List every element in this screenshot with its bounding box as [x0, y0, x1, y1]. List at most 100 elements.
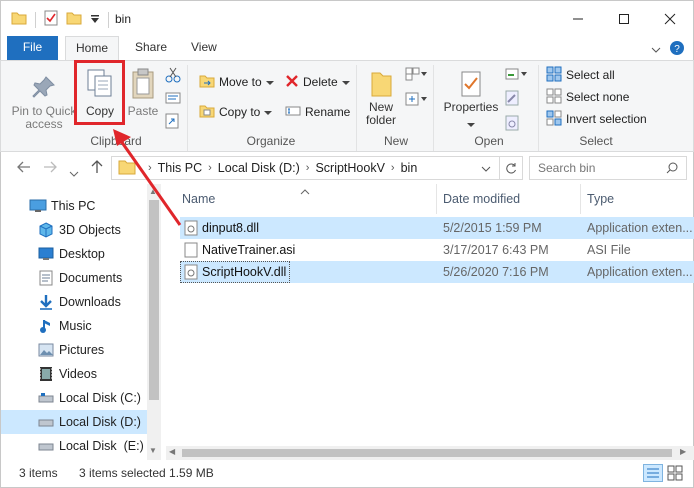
delete-button[interactable]: Delete	[285, 71, 350, 93]
scroll-left-icon[interactable]: ◀	[169, 447, 175, 456]
paste-button[interactable]: Paste	[125, 67, 161, 118]
copy-to-icon	[199, 103, 215, 122]
back-arrow-icon[interactable]	[17, 160, 31, 176]
ribbon-divider	[356, 65, 357, 151]
scroll-down-icon[interactable]: ▼	[149, 446, 157, 455]
breadcrumb-scripthookv[interactable]: ScriptHookV	[315, 161, 384, 175]
music-icon	[37, 318, 55, 334]
large-icons-view-icon[interactable]	[667, 465, 683, 484]
sidebar-item-documents[interactable]: Documents	[1, 266, 147, 290]
sidebar-item-3d-objects[interactable]: 3D Objects	[1, 218, 147, 242]
drive-icon	[37, 390, 55, 406]
paste-icon	[125, 67, 161, 101]
sidebar-item-desktop[interactable]: Desktop	[1, 242, 147, 266]
scrollbar-thumb[interactable]	[182, 449, 672, 457]
search-icon	[666, 162, 678, 177]
maximize-button[interactable]	[601, 1, 647, 37]
tab-view[interactable]: View	[181, 36, 227, 60]
tab-file[interactable]: File	[7, 36, 58, 60]
column-divider[interactable]	[580, 184, 581, 214]
customize-qat-icon[interactable]	[90, 13, 100, 27]
minimize-icon	[573, 18, 583, 20]
file-row-dinput8[interactable]: dinput8.dll 5/2/2015 1:59 PM Application…	[180, 217, 694, 239]
copy-highlight-box	[74, 60, 125, 125]
minimize-button[interactable]	[555, 1, 601, 37]
sidebar-item-this-pc[interactable]: This PC	[1, 194, 147, 218]
chevron-down-icon[interactable]	[651, 43, 661, 57]
pin-to-quick-access-button[interactable]: Pin to Quick access	[9, 71, 79, 131]
new-group-label: New	[383, 134, 408, 148]
copy-to-button[interactable]: Copy to	[199, 101, 273, 123]
sidebar-item-local-disk-d[interactable]: Local Disk (D:)	[1, 410, 147, 434]
properties-button[interactable]: Properties	[441, 67, 501, 131]
select-all-icon	[546, 66, 562, 85]
scrollbar-thumb[interactable]	[149, 200, 159, 400]
cube-icon	[37, 222, 55, 238]
focus-rectangle	[180, 261, 290, 283]
new-folder-qat-icon[interactable]	[66, 11, 82, 28]
column-header-name[interactable]: Name	[182, 192, 215, 206]
file-list-horizontal-scrollbar[interactable]: ◀ ▶	[166, 446, 694, 460]
close-icon	[664, 13, 676, 25]
sidebar-item-videos[interactable]: Videos	[1, 362, 147, 386]
breadcrumb-separator-icon[interactable]: ›	[306, 162, 310, 174]
file-icon	[184, 242, 198, 261]
sidebar-item-downloads[interactable]: Downloads	[1, 290, 147, 314]
move-to-button[interactable]: Move to	[199, 71, 274, 93]
breadcrumb-this-pc[interactable]: This PC	[158, 161, 202, 175]
breadcrumb-separator-icon[interactable]: ›	[208, 162, 212, 174]
tab-share[interactable]: Share	[125, 36, 177, 60]
breadcrumb-local-disk-d[interactable]: Local Disk (D:)	[218, 161, 300, 175]
address-bar[interactable]: › This PC › Local Disk (D:) › ScriptHook…	[111, 156, 523, 180]
column-header-date[interactable]: Date modified	[443, 192, 520, 206]
history-icon[interactable]	[505, 115, 527, 134]
delete-icon	[285, 74, 299, 91]
paste-shortcut-icon[interactable]	[165, 113, 181, 132]
new-folder-button[interactable]: New folder	[361, 67, 401, 127]
download-icon	[37, 294, 55, 310]
ribbon-divider	[433, 65, 434, 151]
properties-qat-icon[interactable]	[44, 10, 58, 29]
sidebar-item-pictures[interactable]: Pictures	[1, 338, 147, 362]
help-icon[interactable]: ?	[669, 40, 685, 59]
column-divider[interactable]	[436, 184, 437, 214]
details-view-icon[interactable]	[643, 464, 663, 485]
clipboard-group-label: Clipboard	[90, 134, 142, 148]
pin-icon	[9, 71, 79, 105]
breadcrumb-separator-icon[interactable]: ›	[391, 162, 395, 174]
recent-locations-chevron-icon[interactable]	[69, 164, 79, 180]
up-arrow-icon[interactable]	[91, 160, 103, 177]
edit-icon[interactable]	[505, 90, 527, 109]
rename-button[interactable]: Rename	[285, 101, 350, 123]
file-row-nativetrainer[interactable]: NativeTrainer.asi 3/17/2017 6:43 PM ASI …	[180, 239, 694, 261]
column-header-type[interactable]: Type	[587, 192, 614, 206]
select-none-button[interactable]: Select none	[546, 86, 629, 108]
select-all-button[interactable]: Select all	[546, 64, 615, 86]
invert-selection-button[interactable]: Invert selection	[546, 108, 647, 130]
sort-up-icon	[300, 184, 310, 198]
address-dropdown-icon[interactable]	[481, 161, 491, 175]
copy-path-icon[interactable]	[165, 92, 181, 107]
breadcrumb-bin[interactable]: bin	[401, 161, 418, 175]
search-input[interactable]: Search bin	[529, 156, 687, 180]
new-item-icon[interactable]	[405, 67, 427, 84]
dropdown-arrow-icon	[265, 75, 274, 89]
easy-access-icon[interactable]	[405, 92, 427, 109]
forward-arrow-icon[interactable]	[43, 160, 57, 176]
nav-pane-scrollbar[interactable]: ▲ ▼	[147, 184, 161, 460]
selection-info: 3 items selected 1.59 MB	[79, 466, 214, 480]
sidebar-item-local-disk-c[interactable]: Local Disk (C:)	[1, 386, 147, 410]
refresh-icon[interactable]	[499, 157, 522, 179]
navigation-pane: This PC 3D Objects Desktop Documents Dow…	[0, 184, 161, 460]
sidebar-item-music[interactable]: Music	[1, 314, 147, 338]
scroll-up-icon[interactable]: ▲	[149, 187, 157, 196]
window-title: bin	[115, 12, 132, 26]
sidebar-item-local-disk-e[interactable]: Local Disk (E:)	[1, 434, 147, 458]
close-button[interactable]	[647, 1, 693, 37]
tab-home[interactable]: Home	[65, 36, 119, 61]
maximize-icon	[619, 14, 629, 24]
open-icon[interactable]	[505, 67, 527, 84]
cut-icon[interactable]	[165, 67, 181, 86]
scroll-right-icon[interactable]: ▶	[680, 447, 686, 456]
breadcrumb-separator-icon[interactable]: ›	[148, 162, 152, 174]
